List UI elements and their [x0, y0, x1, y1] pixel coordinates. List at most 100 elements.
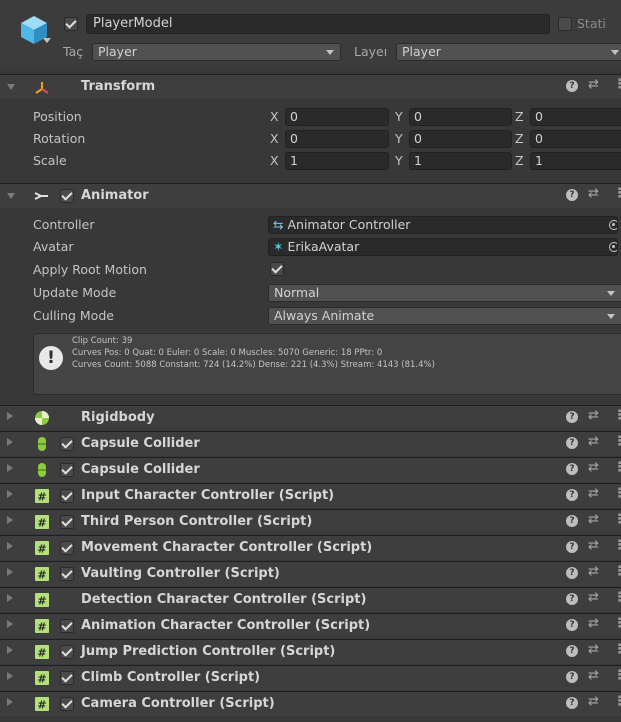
component-enabled-checkbox[interactable] [60, 567, 74, 581]
component-enabled-checkbox[interactable] [60, 541, 74, 555]
foldout-arrow-icon[interactable] [7, 490, 13, 498]
foldout-arrow-icon[interactable] [7, 193, 15, 199]
preset-icon[interactable]: ⇄ [588, 538, 599, 553]
more-options-icon[interactable]: ⋮ [613, 538, 621, 553]
rotation-x-field[interactable]: 0 [285, 130, 389, 148]
preset-icon[interactable]: ⇄ [588, 564, 599, 579]
preset-icon[interactable]: ⇄ [588, 186, 599, 201]
object-picker-icon[interactable] [609, 220, 617, 230]
component-enabled-checkbox[interactable] [60, 645, 74, 659]
foldout-arrow-icon[interactable] [7, 412, 13, 420]
help-icon[interactable]: ? [566, 541, 578, 553]
component-header[interactable]: # Movement Character Controller (Script)?… [0, 535, 621, 560]
more-options-icon[interactable]: ⋮ [613, 486, 621, 501]
position-x-field[interactable]: 0 [285, 108, 389, 126]
help-icon[interactable]: ? [566, 411, 578, 423]
preset-icon[interactable]: ⇄ [588, 486, 599, 501]
foldout-arrow-icon[interactable] [7, 646, 13, 654]
foldout-arrow-icon[interactable] [7, 620, 13, 628]
preset-icon[interactable]: ⇄ [588, 434, 599, 449]
animator-component-header[interactable]: Animator ? ⇄ ⋮ [0, 183, 621, 208]
rotation-z-field[interactable]: 0 [530, 130, 621, 148]
layer-dropdown[interactable]: Player [396, 43, 621, 61]
foldout-arrow-icon[interactable] [7, 464, 13, 472]
component-header[interactable]: # Input Character Controller (Script)? ⇄ ⋮ [0, 483, 621, 508]
help-icon[interactable]: ? [566, 489, 578, 501]
preset-icon[interactable]: ⇄ [588, 590, 599, 605]
update-mode-dropdown[interactable]: Normal [268, 284, 621, 302]
apply-root-motion-checkbox[interactable] [270, 262, 284, 276]
axis-y-label[interactable]: Y [395, 131, 403, 146]
foldout-arrow-icon[interactable] [7, 542, 13, 550]
scale-x-field[interactable]: 1 [285, 152, 389, 170]
help-icon[interactable]: ? [566, 189, 578, 201]
help-icon[interactable]: ? [566, 80, 578, 92]
component-header[interactable]: # Vaulting Controller (Script)? ⇄ ⋮ [0, 561, 621, 586]
gameobject-name-field[interactable]: PlayerModel [86, 14, 550, 34]
help-icon[interactable]: ? [566, 437, 578, 449]
controller-field[interactable]: ⇆ Animator Controller [268, 216, 618, 234]
tag-dropdown[interactable]: Player [92, 43, 341, 61]
foldout-arrow-icon[interactable] [7, 438, 13, 446]
foldout-arrow-icon[interactable] [7, 672, 13, 680]
axis-z-label[interactable]: Z [515, 109, 524, 124]
axis-z-label[interactable]: Z [515, 131, 524, 146]
help-icon[interactable]: ? [566, 619, 578, 631]
axis-z-label[interactable]: Z [515, 153, 524, 168]
help-icon[interactable]: ? [566, 567, 578, 579]
component-enabled-checkbox[interactable] [60, 489, 74, 503]
more-options-icon[interactable]: ⋮ [613, 460, 621, 475]
preset-icon[interactable]: ⇄ [588, 642, 599, 657]
component-enabled-checkbox[interactable] [60, 515, 74, 529]
chevron-down-icon[interactable] [43, 38, 51, 44]
more-options-icon[interactable]: ⋮ [613, 434, 621, 449]
preset-icon[interactable]: ⇄ [588, 77, 599, 92]
culling-mode-dropdown[interactable]: Always Animate [268, 307, 621, 325]
component-header[interactable]: Rigidbody? ⇄ ⋮ [0, 405, 621, 430]
more-options-icon[interactable]: ⋮ [613, 694, 621, 709]
component-header[interactable]: # Third Person Controller (Script)? ⇄ ⋮ [0, 509, 621, 534]
axis-x-label[interactable]: X [270, 153, 279, 168]
foldout-arrow-icon[interactable] [7, 84, 15, 90]
preset-icon[interactable]: ⇄ [588, 408, 599, 423]
axis-x-label[interactable]: X [270, 131, 279, 146]
axis-y-label[interactable]: Y [395, 109, 403, 124]
more-options-icon[interactable]: ⋮ [613, 668, 621, 683]
component-enabled-checkbox[interactable] [60, 463, 74, 477]
animator-enabled-checkbox[interactable] [60, 189, 74, 203]
object-picker-icon[interactable] [609, 242, 617, 252]
help-icon[interactable]: ? [566, 645, 578, 657]
more-options-icon[interactable]: ⋮ [613, 642, 621, 657]
rotation-y-field[interactable]: 0 [409, 130, 512, 148]
position-z-field[interactable]: 0 [530, 108, 621, 126]
avatar-field[interactable]: ✶ ErikaAvatar [268, 238, 618, 256]
preset-icon[interactable]: ⇄ [588, 694, 599, 709]
position-y-field[interactable]: 0 [409, 108, 512, 126]
foldout-arrow-icon[interactable] [7, 516, 13, 524]
more-options-icon[interactable]: ⋮ [613, 512, 621, 527]
help-icon[interactable]: ? [566, 463, 578, 475]
foldout-arrow-icon[interactable] [7, 568, 13, 576]
component-enabled-checkbox[interactable] [60, 437, 74, 451]
more-options-icon[interactable]: ⋮ [613, 408, 621, 423]
component-header[interactable]: # Detection Character Controller (Script)… [0, 587, 621, 612]
component-header[interactable]: # Climb Controller (Script)? ⇄ ⋮ [0, 665, 621, 690]
foldout-arrow-icon[interactable] [7, 594, 13, 602]
component-enabled-checkbox[interactable] [60, 671, 74, 685]
more-options-icon[interactable]: ⋮ [613, 186, 621, 201]
more-options-icon[interactable]: ⋮ [613, 564, 621, 579]
component-header[interactable]: # Animation Character Controller (Script)… [0, 613, 621, 638]
more-options-icon[interactable]: ⋮ [613, 77, 621, 92]
axis-y-label[interactable]: Y [395, 153, 403, 168]
component-header[interactable]: # Camera Controller (Script)? ⇄ ⋮ [0, 691, 621, 716]
help-icon[interactable]: ? [566, 593, 578, 605]
more-options-icon[interactable]: ⋮ [613, 590, 621, 605]
active-checkbox[interactable] [64, 17, 78, 31]
preset-icon[interactable]: ⇄ [588, 512, 599, 527]
component-header[interactable]: # Jump Prediction Controller (Script)? ⇄ ⋮ [0, 639, 621, 664]
preset-icon[interactable]: ⇄ [588, 460, 599, 475]
help-icon[interactable]: ? [566, 697, 578, 709]
component-enabled-checkbox[interactable] [60, 619, 74, 633]
scale-y-field[interactable]: 1 [409, 152, 512, 170]
preset-icon[interactable]: ⇄ [588, 668, 599, 683]
